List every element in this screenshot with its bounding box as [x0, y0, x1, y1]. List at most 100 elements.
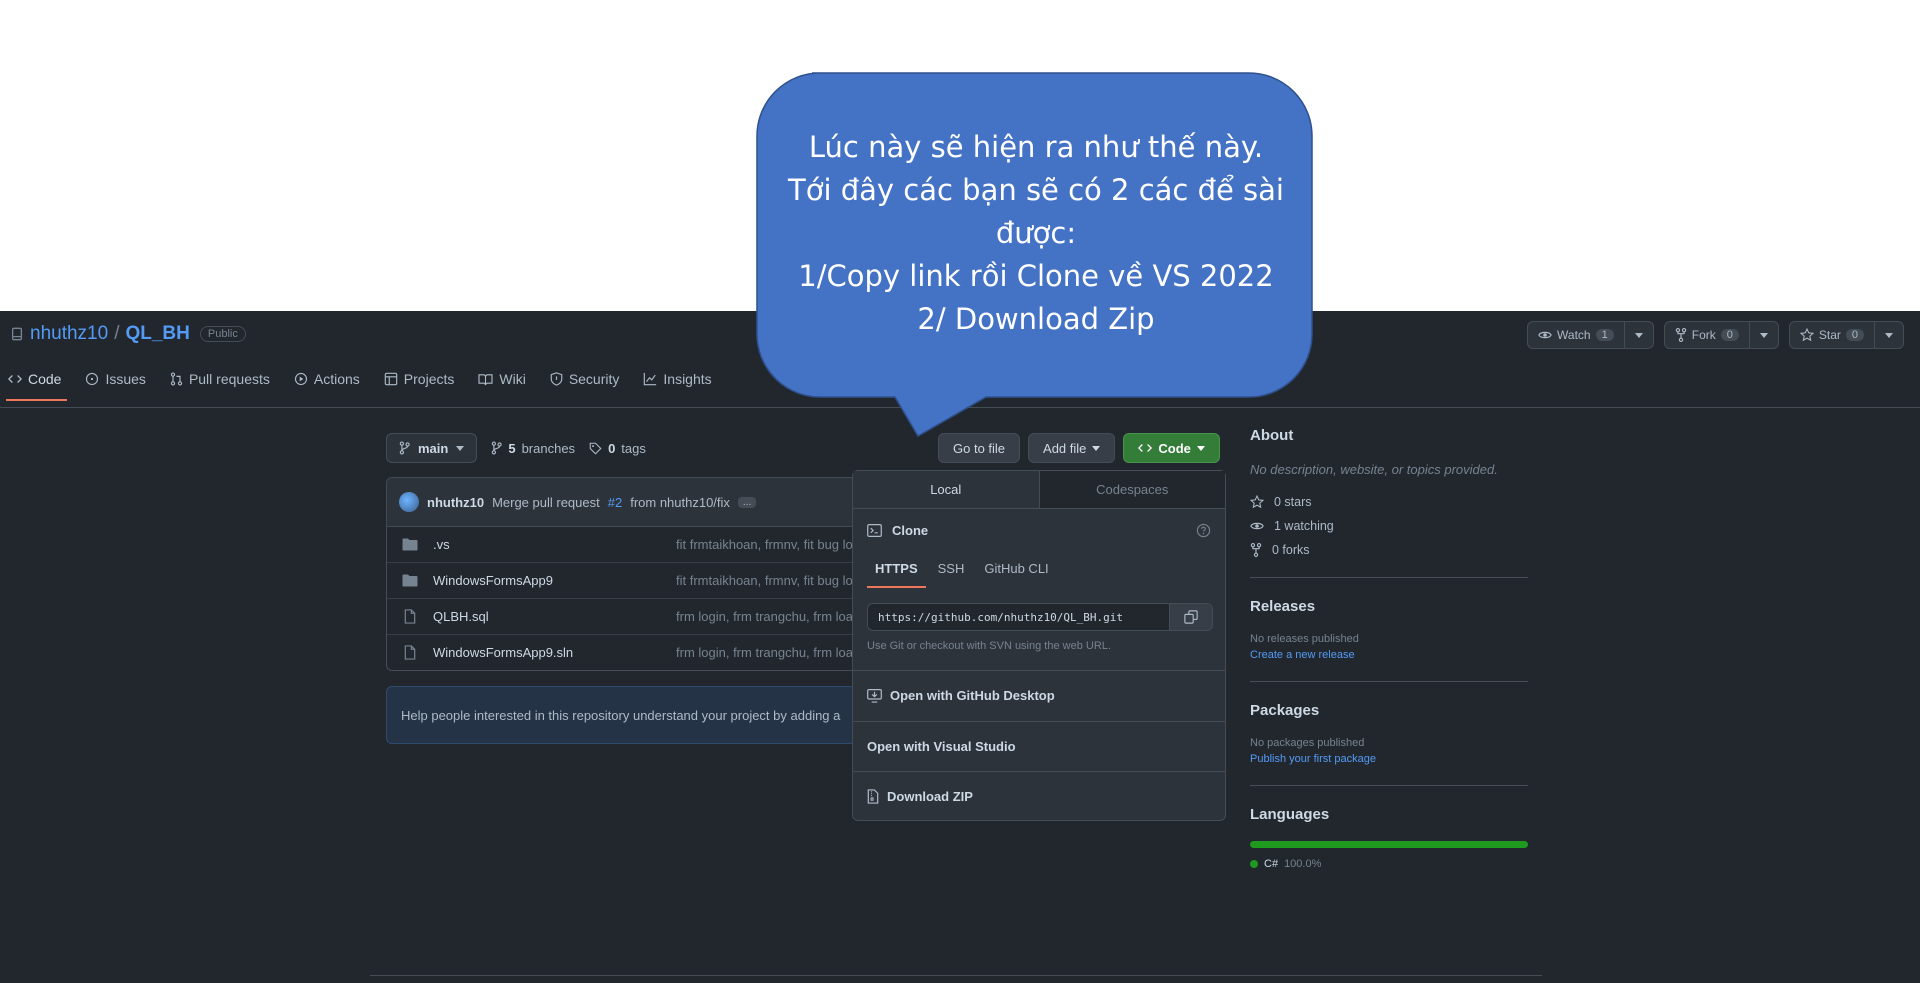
tab-wiki[interactable]: Wiki	[478, 357, 526, 401]
file-commit-message[interactable]: frm login, frm trangchu, frm loa	[676, 645, 853, 660]
file-commit-message[interactable]: fit frmtaikhoan, frmnv, fit bug lo	[676, 573, 853, 588]
tab-label: Projects	[403, 371, 455, 387]
tab-code[interactable]: Code	[5, 357, 68, 401]
tab-pull-requests[interactable]: Pull requests	[170, 357, 270, 401]
create-release-link[interactable]: Create a new release	[1250, 649, 1528, 661]
file-row[interactable]: WindowsFormsApp9 fit frmtaikhoan, frmnv,…	[387, 563, 857, 599]
commit-message[interactable]: Merge pull request	[492, 495, 600, 510]
divider	[1250, 785, 1528, 786]
open-github-desktop[interactable]: Open with GitHub Desktop	[853, 670, 1225, 720]
branch-icon	[399, 441, 410, 455]
visibility-badge: Public	[199, 326, 246, 342]
file-commit-message[interactable]: fit frmtaikhoan, frmnv, fit bug lo	[676, 537, 853, 552]
file-row[interactable]: .vs fit frmtaikhoan, frmnv, fit bug lo	[387, 527, 857, 563]
callout-line: được:	[995, 216, 1077, 250]
commit-author[interactable]: nhuthz10	[427, 495, 484, 510]
tab-label: Security	[568, 371, 620, 387]
code-icon	[1138, 442, 1153, 454]
eye-icon	[1250, 519, 1264, 533]
tags-link[interactable]: 0 tags	[589, 441, 646, 456]
tags-count: 0	[608, 440, 616, 456]
forks-link[interactable]: 0 forks	[1250, 543, 1528, 557]
watching-link[interactable]: 1 watching	[1250, 519, 1528, 533]
issue-icon	[85, 372, 99, 386]
caret-down-icon	[1759, 332, 1768, 338]
add-file-button[interactable]: Add file	[1028, 433, 1116, 463]
branches-link[interactable]: 5 branches	[491, 441, 575, 456]
packages-title[interactable]: Packages	[1250, 702, 1528, 719]
callout-line: 1/Copy link rồi Clone về VS 2022	[798, 259, 1274, 293]
graph-icon	[643, 372, 657, 386]
repo-name-link[interactable]: QL_BH	[125, 323, 189, 345]
stars-link[interactable]: 0 stars	[1250, 495, 1528, 509]
file-icon	[387, 609, 433, 624]
file-commit-message[interactable]: frm login, frm trangchu, frm loa	[676, 609, 853, 624]
repo-nav-tabs: Code Issues Pull requests Actions Projec…	[5, 357, 712, 401]
footer-divider	[370, 975, 1542, 976]
callout-line: Tới đây các bạn sẽ có 2 các để sài	[788, 173, 1284, 207]
commit-expand-button[interactable]: ...	[737, 496, 757, 508]
tab-label: Pull requests	[188, 371, 270, 387]
repo-owner-link[interactable]: nhuthz10	[30, 323, 108, 345]
clone-header: Clone	[867, 523, 1211, 538]
file-actions: Go to file Add file Code	[938, 433, 1220, 463]
question-icon[interactable]	[1196, 523, 1211, 538]
tab-security[interactable]: Security	[550, 357, 620, 401]
file-row[interactable]: QLBH.sql frm login, frm trangchu, frm lo…	[387, 599, 857, 635]
about-description: No description, website, or topics provi…	[1250, 462, 1498, 477]
caret-down-icon	[1885, 332, 1893, 338]
fork-button[interactable]: Fork 0	[1665, 322, 1749, 348]
tabs-divider	[0, 407, 1920, 408]
commit-pr-link[interactable]: #2	[608, 495, 622, 510]
star-icon	[1799, 328, 1814, 342]
fork-dropdown[interactable]	[1748, 322, 1778, 348]
open-visual-studio[interactable]: Open with Visual Studio	[853, 721, 1225, 771]
protocol-ssh[interactable]: SSH	[930, 561, 973, 588]
language-name: C#	[1264, 858, 1279, 870]
add-file-label: Add file	[1043, 440, 1087, 456]
file-row[interactable]: WindowsFormsApp9.sln frm login, frm tran…	[387, 635, 857, 670]
tab-insights[interactable]: Insights	[643, 357, 712, 401]
file-name[interactable]: .vs	[433, 537, 676, 552]
publish-package-link[interactable]: Publish your first package	[1250, 753, 1528, 765]
about-title: About	[1250, 427, 1294, 444]
watch-label: Watch	[1557, 328, 1591, 342]
star-button[interactable]: Star 0	[1790, 322, 1874, 348]
tab-actions[interactable]: Actions	[294, 357, 360, 401]
readme-banner: Help people interested in this repositor…	[386, 686, 856, 744]
star-dropdown[interactable]	[1874, 322, 1903, 348]
stars-count: 0 stars	[1274, 495, 1312, 509]
watch-button[interactable]: Watch 1	[1528, 322, 1624, 348]
avatar[interactable]	[399, 492, 419, 512]
fork-count: 0	[1720, 329, 1739, 341]
watching-count: 1 watching	[1274, 519, 1334, 533]
releases-title[interactable]: Releases	[1250, 598, 1528, 615]
branch-selector[interactable]: main	[386, 433, 478, 463]
repo-sidebar: About No description, website, or topics…	[1250, 427, 1528, 870]
file-name[interactable]: QLBH.sql	[433, 609, 676, 624]
code-button[interactable]: Code	[1123, 433, 1220, 463]
tab-local[interactable]: Local	[853, 471, 1040, 508]
language-item[interactable]: C# 100.0%	[1250, 858, 1528, 870]
download-zip[interactable]: Download ZIP	[853, 771, 1225, 821]
copy-icon	[1184, 610, 1198, 624]
clone-url-field	[867, 603, 1213, 631]
protocol-github-cli[interactable]: GitHub CLI	[976, 561, 1056, 588]
file-name[interactable]: WindowsFormsApp9	[433, 573, 676, 588]
language-color-dot	[1250, 860, 1258, 868]
divider	[1250, 681, 1528, 682]
protocol-https[interactable]: HTTPS	[867, 561, 926, 588]
watch-dropdown[interactable]	[1623, 322, 1653, 348]
copy-button[interactable]	[1169, 604, 1212, 630]
commit-message-suffix[interactable]: from nhuthz10/fix	[630, 495, 730, 510]
eye-icon	[1538, 328, 1552, 342]
callout-text: Lúc này sẽ hiện ra như thế này. Tới đây …	[770, 126, 1302, 341]
tab-issues[interactable]: Issues	[85, 357, 146, 401]
tab-codespaces[interactable]: Codespaces	[1039, 471, 1225, 508]
table-icon	[384, 372, 398, 386]
clone-url-input[interactable]	[868, 604, 1169, 630]
tab-projects[interactable]: Projects	[384, 357, 455, 401]
download-zip-label: Download ZIP	[887, 789, 973, 804]
go-to-file-button[interactable]: Go to file	[938, 433, 1021, 463]
file-name[interactable]: WindowsFormsApp9.sln	[433, 645, 676, 660]
